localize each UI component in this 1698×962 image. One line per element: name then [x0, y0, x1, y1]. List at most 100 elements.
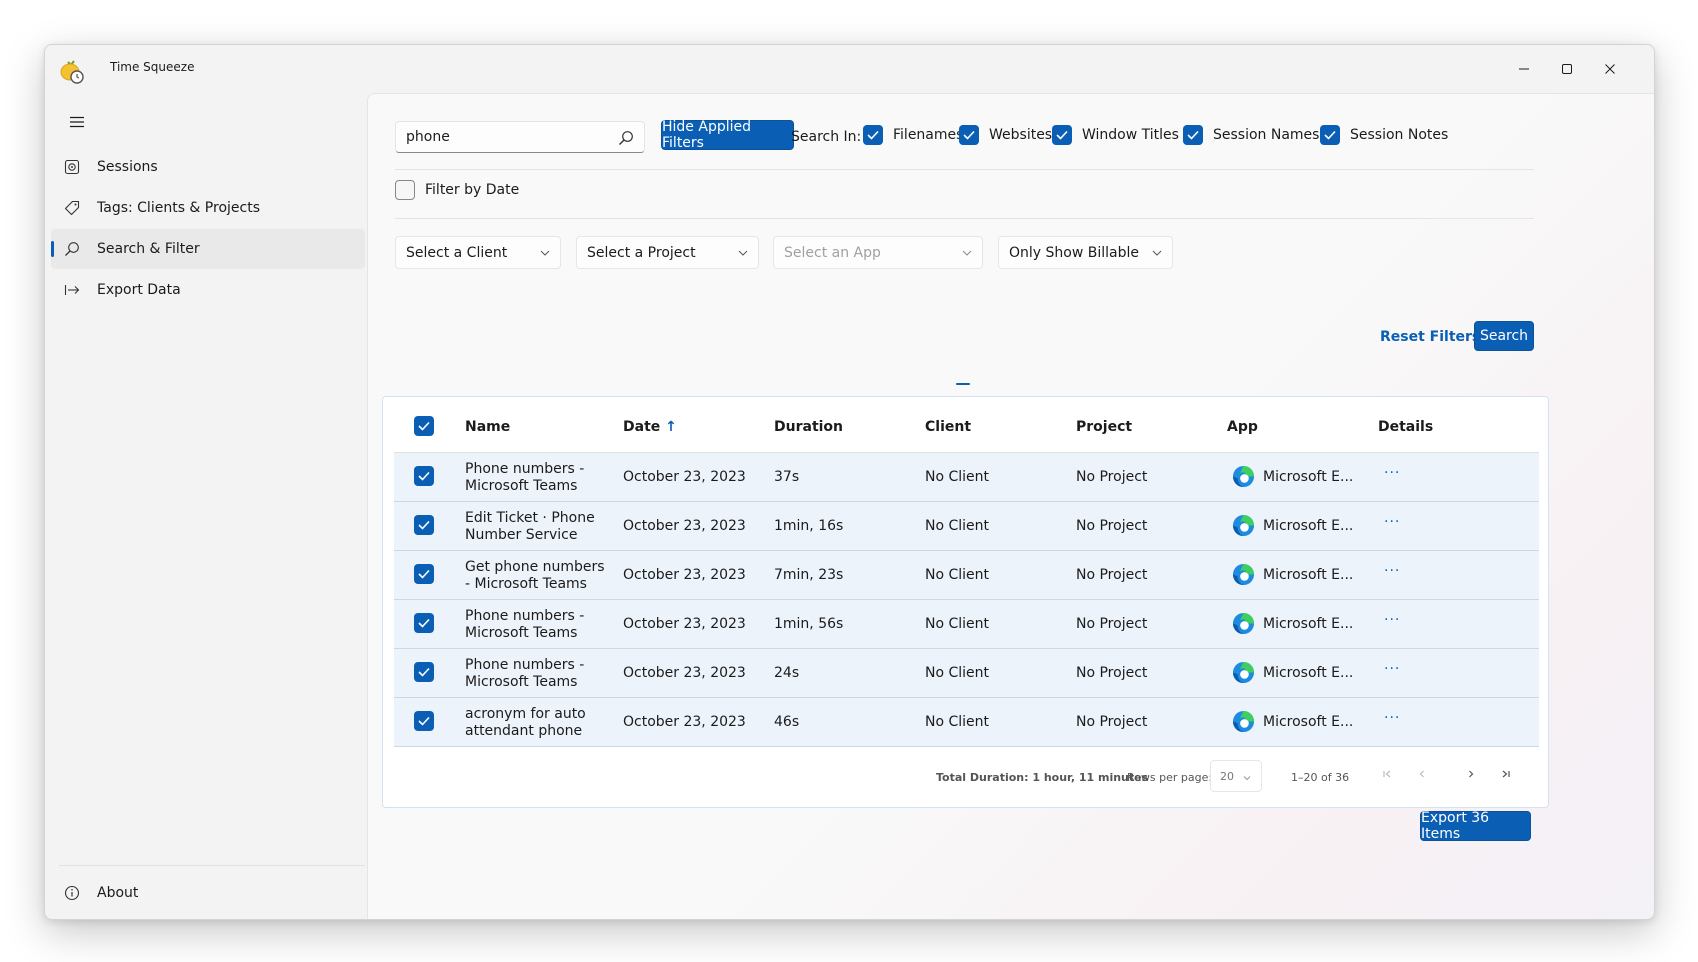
cell-client: No Client — [925, 665, 990, 681]
cell-project: No Project — [1076, 567, 1148, 583]
column-header-project[interactable]: Project — [1076, 419, 1132, 435]
hamburger-icon — [70, 116, 84, 128]
tag-icon — [63, 199, 81, 217]
row-checkbox[interactable] — [414, 613, 434, 633]
column-header-duration[interactable]: Duration — [774, 419, 843, 435]
cell-date: October 23, 2023 — [623, 518, 746, 534]
last-page-button[interactable] — [1499, 767, 1513, 781]
table-row[interactable]: Phone numbers - Microsoft Teams October … — [394, 453, 1539, 502]
app-select[interactable]: Select an App — [773, 236, 983, 269]
edge-browser-icon — [1232, 465, 1255, 488]
search-box[interactable] — [395, 121, 645, 153]
more-options-button[interactable]: ··· — [1384, 661, 1400, 677]
cell-project: No Project — [1076, 714, 1148, 730]
more-options-button[interactable]: ··· — [1384, 710, 1400, 726]
hide-filters-button[interactable]: Hide Applied Filters — [661, 119, 794, 151]
last-page-icon — [1502, 770, 1510, 778]
cell-name: Get phone numbers - Microsoft Teams — [465, 559, 605, 592]
splitter-handle[interactable] — [956, 383, 970, 385]
checkbox-filter-by-date[interactable]: Filter by Date — [395, 180, 519, 200]
first-page-button[interactable] — [1380, 767, 1394, 781]
search-button[interactable]: Search — [1474, 321, 1534, 351]
cell-project: No Project — [1076, 518, 1148, 534]
reset-filters-button[interactable]: Reset Filters — [1380, 329, 1480, 345]
cell-name: Phone numbers - Microsoft Teams — [465, 608, 585, 641]
table-row[interactable]: acronym for auto attendant phone October… — [394, 698, 1539, 747]
edge-browser-icon — [1232, 661, 1255, 684]
table-row[interactable]: Edit Ticket · Phone Number Service Octob… — [394, 502, 1539, 551]
cell-name: acronym for auto attendant phone — [465, 706, 586, 739]
nav-item-sessions[interactable]: Sessions — [51, 147, 365, 187]
nav-item-export-data[interactable]: Export Data — [51, 270, 365, 310]
search-icon[interactable] — [618, 130, 634, 146]
sort-ascending-icon: ↑ — [665, 419, 677, 435]
close-button[interactable] — [1592, 55, 1628, 83]
nav-item-label: Export Data — [97, 282, 181, 298]
row-checkbox[interactable] — [414, 466, 434, 486]
export-button[interactable]: Export 36 Items — [1420, 810, 1531, 842]
search-input[interactable] — [406, 129, 606, 145]
search-in-label: Search In: — [791, 129, 862, 145]
checkbox-label: Filter by Date — [425, 182, 520, 198]
project-select[interactable]: Select a Project — [576, 236, 759, 269]
rows-per-page-select[interactable]: 20 — [1210, 760, 1262, 792]
checkbox-filenames[interactable]: Filenames — [863, 125, 963, 145]
column-header-name[interactable]: Name — [465, 419, 510, 435]
close-icon — [1605, 64, 1615, 74]
row-checkbox[interactable] — [414, 564, 434, 584]
column-header-details[interactable]: Details — [1378, 419, 1433, 435]
checkbox-window-titles[interactable]: Window Titles — [1052, 125, 1179, 145]
nav-item-label: Sessions — [97, 159, 158, 175]
minimize-button[interactable] — [1506, 55, 1542, 83]
cell-app: Microsoft E... — [1263, 567, 1354, 583]
table-row[interactable]: Get phone numbers - Microsoft Teams Octo… — [394, 551, 1539, 600]
row-checkbox[interactable] — [414, 711, 434, 731]
table-row[interactable]: Phone numbers - Microsoft Teams October … — [394, 649, 1539, 698]
checkbox-websites[interactable]: Websites — [959, 125, 1052, 145]
nav-item-about[interactable]: About — [51, 873, 365, 913]
cell-project: No Project — [1076, 665, 1148, 681]
maximize-button[interactable] — [1549, 55, 1585, 83]
more-options-button[interactable]: ··· — [1384, 563, 1400, 579]
nav-item-search-filter[interactable]: Search & Filter — [51, 229, 365, 269]
row-checkbox[interactable] — [414, 662, 434, 682]
check-icon — [1320, 125, 1340, 145]
more-options-button[interactable]: ··· — [1384, 465, 1400, 481]
billable-select[interactable]: Only Show Billable — [998, 236, 1173, 269]
sessions-icon — [63, 158, 81, 176]
cell-date: October 23, 2023 — [623, 567, 746, 583]
title-bar: Time Squeeze — [45, 45, 1654, 93]
cell-duration: 24s — [774, 665, 800, 681]
main-content: Hide Applied Filters Search In: Filename… — [367, 93, 1654, 919]
chevron-down-icon — [1243, 776, 1251, 781]
next-page-button[interactable] — [1464, 767, 1478, 781]
nav-item-tags[interactable]: Tags: Clients & Projects — [51, 188, 365, 228]
column-header-app[interactable]: App — [1227, 419, 1258, 435]
checkbox-label: Filenames — [893, 127, 964, 143]
client-select[interactable]: Select a Client — [395, 236, 561, 269]
cell-duration: 1min, 56s — [774, 616, 844, 632]
row-checkbox[interactable] — [414, 515, 434, 535]
cell-app: Microsoft E... — [1263, 714, 1354, 730]
chevron-down-icon — [962, 250, 972, 256]
check-icon — [418, 716, 430, 726]
more-options-button[interactable]: ··· — [1384, 514, 1400, 530]
more-options-button[interactable]: ··· — [1384, 612, 1400, 628]
cell-app: Microsoft E... — [1263, 518, 1354, 534]
column-header-client[interactable]: Client — [925, 419, 971, 435]
cell-duration: 46s — [774, 714, 800, 730]
checkbox-session-names[interactable]: Session Names — [1183, 125, 1319, 145]
cell-app: Microsoft E... — [1263, 469, 1354, 485]
previous-page-button[interactable] — [1415, 767, 1429, 781]
chevron-down-icon — [1152, 250, 1162, 256]
table-row[interactable]: Phone numbers - Microsoft Teams October … — [394, 600, 1539, 649]
hamburger-button[interactable] — [59, 107, 95, 137]
app-logo-icon — [60, 60, 84, 84]
column-header-date[interactable]: Date ↑ — [623, 419, 677, 435]
check-icon — [418, 471, 430, 481]
checkbox-session-notes[interactable]: Session Notes — [1320, 125, 1448, 145]
check-icon — [418, 520, 430, 530]
select-all-checkbox[interactable] — [414, 416, 434, 436]
maximize-icon — [1562, 64, 1572, 74]
cell-date: October 23, 2023 — [623, 665, 746, 681]
